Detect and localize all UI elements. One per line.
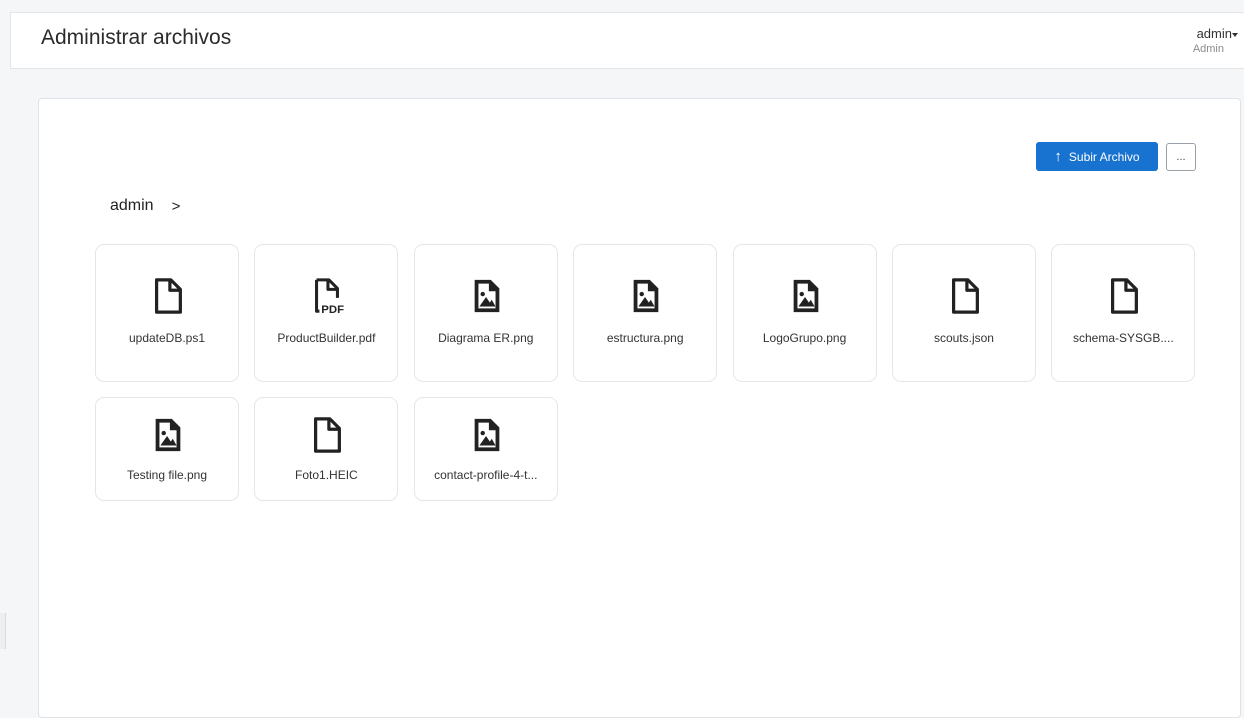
image-file-icon — [633, 279, 659, 313]
svg-text:PDF: PDF — [322, 304, 345, 316]
pdf-file-icon: PDF — [315, 278, 345, 316]
image-file-icon — [474, 418, 500, 452]
file-tile[interactable]: Diagrama ER.png — [413, 244, 558, 382]
file-tile[interactable]: schema-SYSGB.... — [1051, 244, 1196, 382]
file-name: Testing file.png — [126, 468, 208, 482]
file-icon — [154, 278, 182, 314]
image-file-icon — [155, 418, 181, 452]
file-name: updateDB.ps1 — [128, 331, 206, 345]
image-file-icon — [474, 279, 500, 313]
file-manager-panel: ↑ Subir Archivo ... admin > updateDB.ps1… — [38, 98, 1241, 718]
file-icon — [951, 278, 979, 314]
file-tile[interactable]: PDF ProductBuilder.pdf — [254, 244, 399, 382]
breadcrumb-item-admin[interactable]: admin — [110, 197, 154, 215]
file-tile[interactable]: Foto1.HEIC — [254, 397, 399, 501]
upload-button-label: Subir Archivo — [1068, 149, 1140, 164]
file-tile[interactable]: LogoGrupo.png — [732, 244, 877, 382]
chevron-right-icon: > — [171, 197, 181, 215]
arrow-up-icon: ↑ — [1054, 148, 1062, 165]
sidebar-edge — [0, 613, 6, 649]
file-name: estructura.png — [606, 331, 684, 345]
more-options-button[interactable]: ... — [1166, 143, 1196, 171]
file-tile[interactable]: scouts.json — [891, 244, 1036, 382]
file-tile[interactable]: estructura.png — [573, 244, 718, 382]
file-name: scouts.json — [933, 331, 994, 345]
file-tile[interactable]: Testing file.png — [95, 397, 239, 501]
file-name: Foto1.HEIC — [295, 468, 358, 482]
file-tile[interactable]: updateDB.ps1 — [95, 244, 239, 382]
file-name: Diagrama ER.png — [438, 331, 534, 345]
file-icon — [314, 417, 342, 453]
file-name: schema-SYSGB.... — [1072, 331, 1174, 345]
app-header: Administrar archivos admin Admin — [10, 12, 1244, 69]
file-name: contact-profile-4-t... — [434, 468, 538, 482]
breadcrumb: admin > — [110, 197, 180, 215]
file-name: LogoGrupo.png — [762, 331, 847, 345]
file-name: ProductBuilder.pdf — [277, 331, 376, 345]
user-role: Admin — [1192, 43, 1224, 55]
caret-down-icon — [1232, 33, 1238, 37]
user-menu[interactable]: admin Admin — [1193, 26, 1238, 57]
upload-file-button[interactable]: ↑ Subir Archivo — [1036, 142, 1158, 171]
file-grid: updateDB.ps1 PDF ProductBuilder.pdf Diagram… — [95, 244, 1196, 501]
page-title: Administrar archivos — [41, 26, 232, 49]
file-tile[interactable]: contact-profile-4-t... — [413, 397, 558, 501]
image-file-icon — [793, 279, 818, 313]
file-icon — [1111, 278, 1139, 314]
